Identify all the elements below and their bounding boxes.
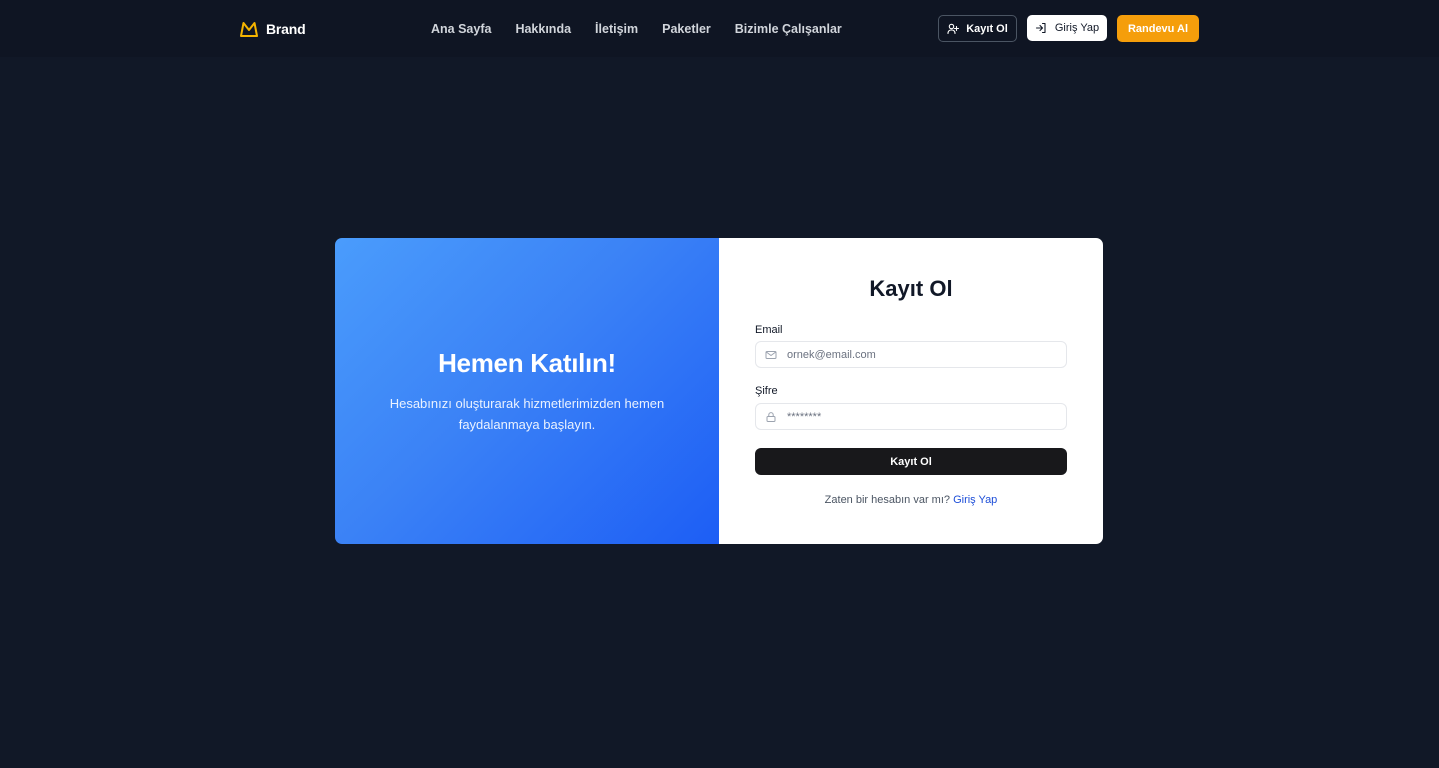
user-plus-icon [947, 23, 960, 35]
navbar: Brand Ana Sayfa Hakkında İletişim Paketl… [0, 0, 1439, 57]
password-field-wrapper [755, 403, 1067, 430]
register-form-panel: Kayıt Ol Email Şifre Kayıt Ol Z [719, 238, 1103, 544]
login-button[interactable]: Giriş Yap [1027, 15, 1107, 41]
nav-link-about[interactable]: Hakkında [515, 22, 571, 36]
email-field-wrapper [755, 341, 1067, 368]
brand-logo-link[interactable]: Brand [239, 18, 306, 40]
nav-link-home[interactable]: Ana Sayfa [431, 22, 491, 36]
register-card: Hemen Katılın! Hesabınızı oluşturarak hi… [335, 238, 1103, 544]
form-title: Kayıt Ol [869, 276, 953, 301]
welcome-panel: Hemen Katılın! Hesabınızı oluşturarak hi… [335, 238, 719, 544]
log-in-icon [1035, 22, 1047, 34]
mail-icon [765, 349, 777, 361]
nav-link-contact[interactable]: İletişim [595, 22, 638, 36]
login-prompt: Zaten bir hesabın var mı? Giriş Yap [719, 494, 1103, 506]
appointment-button-label: Randevu Al [1127, 22, 1189, 35]
login-link[interactable]: Giriş Yap [953, 494, 997, 506]
crown-icon [239, 20, 259, 38]
brand-name: Brand [266, 21, 306, 37]
password-field[interactable] [787, 404, 1057, 429]
nav-link-packages[interactable]: Paketler [662, 22, 711, 36]
main-nav: Ana Sayfa Hakkında İletişim Paketler Biz… [431, 20, 842, 38]
nav-link-partners[interactable]: Bizimle Çalışanlar [735, 22, 842, 36]
password-label: Şifre [755, 385, 778, 397]
submit-register-button[interactable]: Kayıt Ol [755, 448, 1067, 475]
appointment-button[interactable]: Randevu Al [1117, 15, 1199, 42]
register-button-label: Kayıt Ol [966, 22, 1008, 35]
lock-icon [765, 411, 777, 423]
welcome-text: Hesabınızı oluşturarak hizmetlerimizden … [389, 395, 665, 432]
login-prompt-text: Zaten bir hesabın var mı? [824, 494, 951, 506]
welcome-title: Hemen Katılın! [438, 347, 616, 378]
email-label: Email [755, 324, 783, 336]
login-button-label: Giriş Yap [1054, 22, 1100, 34]
register-button[interactable]: Kayıt Ol [938, 15, 1017, 42]
email-field[interactable] [787, 342, 1057, 367]
